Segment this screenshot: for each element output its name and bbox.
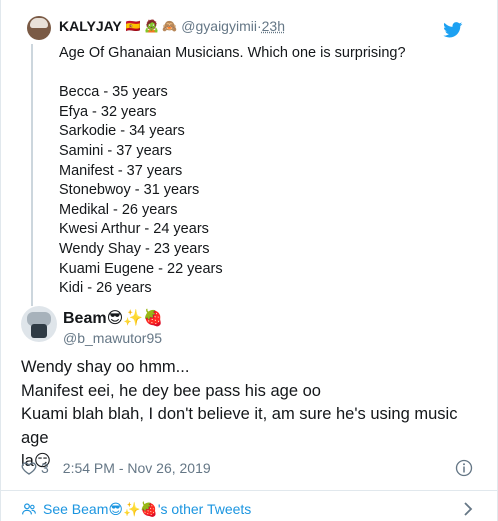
quoted-tweet[interactable]: KALYJAY 🇪🇸 🧟 🙈 @gyaigyimii · 23h Age Of … — [11, 8, 491, 308]
quoted-line: Kidi - 26 years — [59, 280, 152, 297]
quoted-line: Manifest - 37 years — [59, 162, 183, 179]
quoted-line: Samini - 37 years — [59, 142, 172, 159]
quoted-line: Kwesi Arthur - 24 years — [59, 221, 209, 238]
quoted-line: Wendy Shay - 23 years — [59, 240, 210, 257]
twitter-bird-icon[interactable] — [443, 22, 463, 38]
quoted-header: KALYJAY 🇪🇸 🧟 🙈 @gyaigyimii · 23h — [59, 16, 285, 36]
quote-indent-bar — [31, 44, 33, 306]
quoted-line — [59, 64, 459, 84]
quoted-line: Medikal - 26 years — [59, 201, 178, 218]
info-icon[interactable] — [455, 459, 473, 477]
quoted-author-handle[interactable]: @gyaigyimii — [181, 18, 257, 34]
author-handle[interactable]: @b_mawutor95 — [63, 330, 162, 346]
embedded-tweet-card: KALYJAY 🇪🇸 🧟 🙈 @gyaigyimii · 23h Age Of … — [0, 0, 498, 521]
quoted-line: Age Of Ghanaian Musicians. Which one is … — [59, 45, 406, 61]
tweet-meta-row: 3 2:54 PM - Nov 26, 2019 — [21, 458, 481, 478]
tweet-line: Kuami blah blah, I don't believe it, am … — [21, 405, 458, 447]
quoted-name-emojis: 🇪🇸 🧟 🙈 — [125, 19, 178, 33]
quoted-author-name[interactable]: KALYJAY — [59, 18, 122, 34]
quoted-timestamp[interactable]: 23h — [262, 18, 285, 34]
other-tweets-link[interactable]: See Beam😎✨🍓's other Tweets — [21, 499, 481, 519]
tweet-line: Manifest eei, he dey bee pass his age oo — [21, 381, 321, 400]
quoted-avatar[interactable] — [27, 16, 51, 40]
tweet-timestamp[interactable]: 2:54 PM - Nov 26, 2019 — [63, 460, 211, 476]
tweet-line: Wendy shay oo hmm... — [21, 358, 190, 376]
tweet-text: Wendy shay oo hmm... Manifest eei, he de… — [21, 356, 483, 474]
other-tweets-label[interactable]: See Beam😎✨🍓's other Tweets — [43, 501, 251, 518]
like-count[interactable]: 3 — [41, 460, 49, 476]
people-icon — [22, 503, 36, 515]
heart-icon[interactable] — [21, 460, 37, 476]
quoted-line: Kuami Eugene - 22 years — [59, 260, 223, 277]
tweet-author[interactable]: Beam😎✨🍓 @b_mawutor95 — [21, 306, 481, 354]
chevron-right-icon[interactable] — [461, 501, 475, 517]
author-display-name[interactable]: Beam😎✨🍓 — [63, 308, 163, 328]
quoted-line: Stonebwoy - 31 years — [59, 182, 200, 199]
quoted-line: Sarkodie - 34 years — [59, 123, 185, 140]
footer-divider — [1, 490, 498, 491]
quoted-tweet-text: Age Of Ghanaian Musicians. Which one is … — [59, 44, 459, 299]
quoted-line: Efya - 32 years — [59, 103, 157, 120]
quoted-line: Becca - 35 years — [59, 84, 168, 101]
avatar[interactable] — [21, 306, 57, 342]
